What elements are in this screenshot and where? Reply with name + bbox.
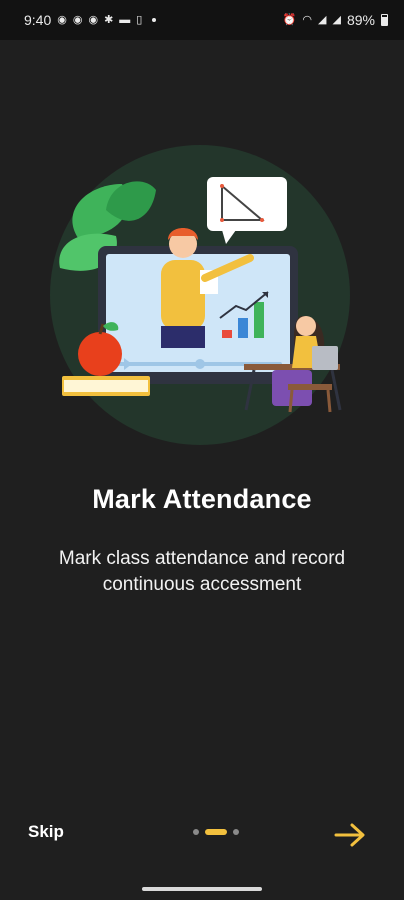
skip-button[interactable]: Skip bbox=[28, 822, 64, 842]
next-arrow-button[interactable] bbox=[332, 817, 368, 853]
sim-icon: ▯ bbox=[136, 13, 143, 26]
home-indicator[interactable] bbox=[142, 887, 262, 891]
status-bar-left: 9:40 ◉ ◉ ◉ ✱ ▬ ▯ bbox=[24, 12, 157, 28]
battery-icon bbox=[381, 14, 388, 26]
page-dot-2-active bbox=[205, 829, 227, 835]
battery-percent: 89% bbox=[346, 12, 375, 28]
onboarding-title: Mark Attendance bbox=[92, 484, 312, 514]
slack-icon: ✱ bbox=[104, 13, 114, 26]
status-bar: 9:40 ◉ ◉ ◉ ✱ ▬ ▯ ⏰ ◠ ◢ ◢ 89% bbox=[0, 0, 404, 40]
telegram-icon: ◉ bbox=[72, 13, 83, 26]
whatsapp-icon: ◉ bbox=[57, 13, 67, 26]
signal-icon: ◢ bbox=[318, 13, 327, 26]
page-dot-1 bbox=[193, 829, 199, 835]
status-time: 9:40 bbox=[24, 12, 52, 28]
notification-dot-icon bbox=[152, 18, 157, 22]
arrow-right-icon bbox=[334, 823, 365, 847]
signal-icon: ◢ bbox=[332, 13, 341, 26]
telegram-icon: ◉ bbox=[88, 13, 99, 26]
onboarding-subtitle: Mark class attendance and record continu… bbox=[58, 548, 346, 595]
page-dot-3 bbox=[233, 829, 239, 835]
status-bar-right: ⏰ ◠ ◢ ◢ 89% bbox=[283, 12, 388, 28]
onboarding-illustration bbox=[50, 145, 350, 445]
wifi-icon: ◠ bbox=[302, 13, 313, 26]
page-indicator bbox=[193, 829, 239, 835]
alarm-icon: ⏰ bbox=[282, 13, 297, 26]
message-icon: ▬ bbox=[119, 13, 131, 26]
